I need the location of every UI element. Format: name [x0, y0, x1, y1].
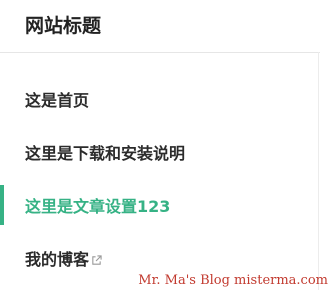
- nav-item-download-install[interactable]: 这里是下载和安装说明: [0, 132, 318, 172]
- active-indicator: [0, 185, 4, 225]
- nav-item-home[interactable]: 这是首页: [0, 79, 318, 119]
- nav-item-label: 这里是下载和安装说明: [25, 144, 186, 163]
- site-title[interactable]: 网站标题: [25, 13, 101, 39]
- nav-item-label: 我的博客: [25, 250, 90, 269]
- watermark: Mr. Ma's Blog misterma.com: [138, 273, 328, 288]
- nav-item-article-settings[interactable]: 这里是文章设置123: [0, 185, 318, 225]
- external-link-icon: [92, 254, 102, 265]
- nav-item-my-blog[interactable]: 我的博客: [0, 238, 318, 278]
- sidebar-right-border: [318, 52, 319, 290]
- nav-item-label: 这里是文章设置123: [25, 197, 171, 216]
- nav-item-label: 这是首页: [25, 91, 90, 110]
- header-divider: [0, 52, 320, 53]
